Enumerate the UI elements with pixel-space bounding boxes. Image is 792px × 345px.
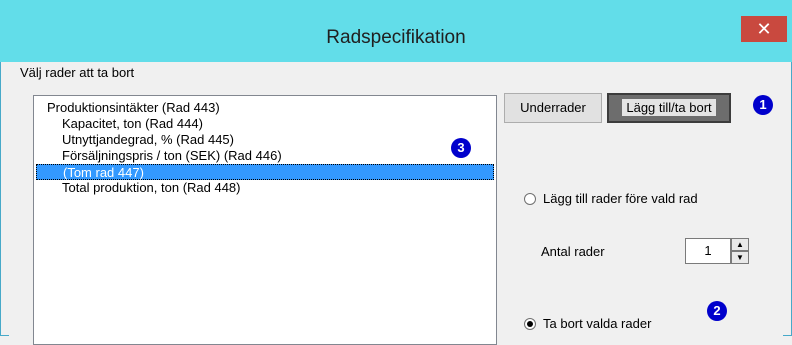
list-item[interactable]: Försäljningspris / ton (SEK) (Rad 446)	[62, 148, 282, 164]
close-button[interactable]: ✕	[741, 16, 787, 42]
subrows-button[interactable]: Underrader	[504, 93, 602, 123]
list-item[interactable]: Total produktion, ton (Rad 448)	[62, 180, 241, 196]
spin-up-icon[interactable]: ▲	[731, 238, 749, 251]
add-remove-label: Lägg till/ta bort	[622, 99, 716, 116]
add-before-label: Lägg till rader före vald rad	[543, 191, 698, 206]
window-title: Radspecifikation	[326, 27, 466, 48]
group-label: Välj rader att ta bort	[20, 65, 135, 80]
list-item-selected[interactable]: (Tom rad 447)	[36, 164, 494, 180]
spin-down-icon[interactable]: ▼	[731, 251, 749, 264]
remove-selected-radio[interactable]	[524, 318, 536, 330]
remove-selected-label: Ta bort valda rader	[543, 316, 652, 331]
title-bar: Radspecifikation ✕	[0, 0, 792, 62]
callout-badge-2: 2	[707, 301, 727, 321]
row-listbox[interactable]: Produktionsintäkter (Rad 443) Kapacitet,…	[33, 95, 497, 345]
list-item[interactable]: Produktionsintäkter (Rad 443)	[47, 100, 220, 116]
add-remove-button[interactable]: Lägg till/ta bort	[607, 93, 731, 123]
list-item[interactable]: Utnyttjandegrad, % (Rad 445)	[62, 132, 234, 148]
row-count-spinner: ▲ ▼	[731, 238, 749, 264]
callout-badge-1: 1	[753, 95, 773, 115]
add-before-radio[interactable]	[524, 193, 536, 205]
row-count-label: Antal rader	[541, 244, 605, 259]
row-count-input[interactable]: 1	[685, 238, 731, 264]
list-item[interactable]: Kapacitet, ton (Rad 444)	[62, 116, 203, 132]
callout-badge-3: 3	[451, 138, 471, 158]
